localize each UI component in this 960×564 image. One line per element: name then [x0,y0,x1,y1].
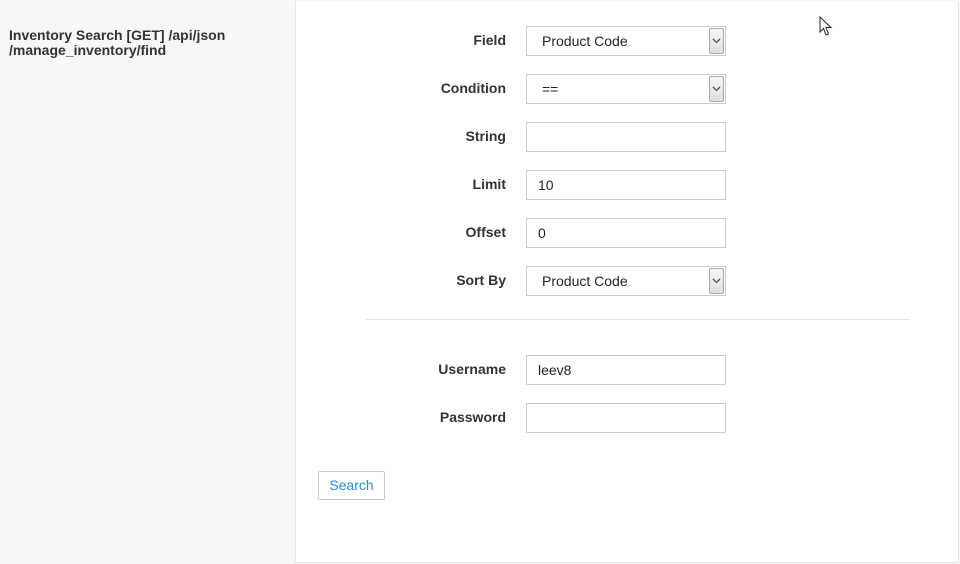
field-select-value: Product Code [542,33,628,49]
mouse-cursor-icon [819,15,833,42]
search-form-panel: Field Product Code Condition == String L… [295,1,959,563]
username-row: Username leev8 [296,355,960,385]
condition-label: Condition [440,80,506,96]
condition-row: Condition == [296,74,960,104]
field-row: Field Product Code [296,26,960,56]
sort-by-select-value: Product Code [542,273,628,289]
username-label: Username [438,361,506,377]
page-title: Inventory Search [GET] /api/json /manage… [9,28,269,58]
sort-by-label: Sort By [456,272,506,288]
chevron-down-icon[interactable] [709,28,724,54]
offset-input[interactable]: 0 [526,218,726,248]
chevron-down-icon[interactable] [709,268,724,294]
sort-by-row: Sort By Product Code [296,266,960,296]
sort-by-select[interactable]: Product Code [526,266,726,296]
divider [366,319,910,320]
string-row: String [296,122,960,152]
username-input[interactable]: leev8 [526,355,726,385]
string-label: String [465,128,506,144]
field-select[interactable]: Product Code [526,26,726,56]
string-input[interactable] [526,122,726,152]
offset-label: Offset [465,224,506,240]
search-button[interactable]: Search [318,471,385,500]
condition-select[interactable]: == [526,74,726,104]
condition-select-value: == [542,81,559,97]
sidebar: Inventory Search [GET] /api/json /manage… [0,0,295,564]
chevron-down-icon[interactable] [709,76,724,102]
password-input[interactable] [526,403,726,433]
offset-row: Offset 0 [296,218,960,248]
page-title-line-2: /manage_inventory/find [9,42,167,58]
limit-label: Limit [472,176,506,192]
password-row: Password [296,403,960,433]
password-label: Password [439,409,506,425]
limit-row: Limit 10 [296,170,960,200]
page-title-line-1: Inventory Search [GET] /api/json [9,27,226,43]
field-label: Field [473,32,506,48]
limit-input[interactable]: 10 [526,170,726,200]
